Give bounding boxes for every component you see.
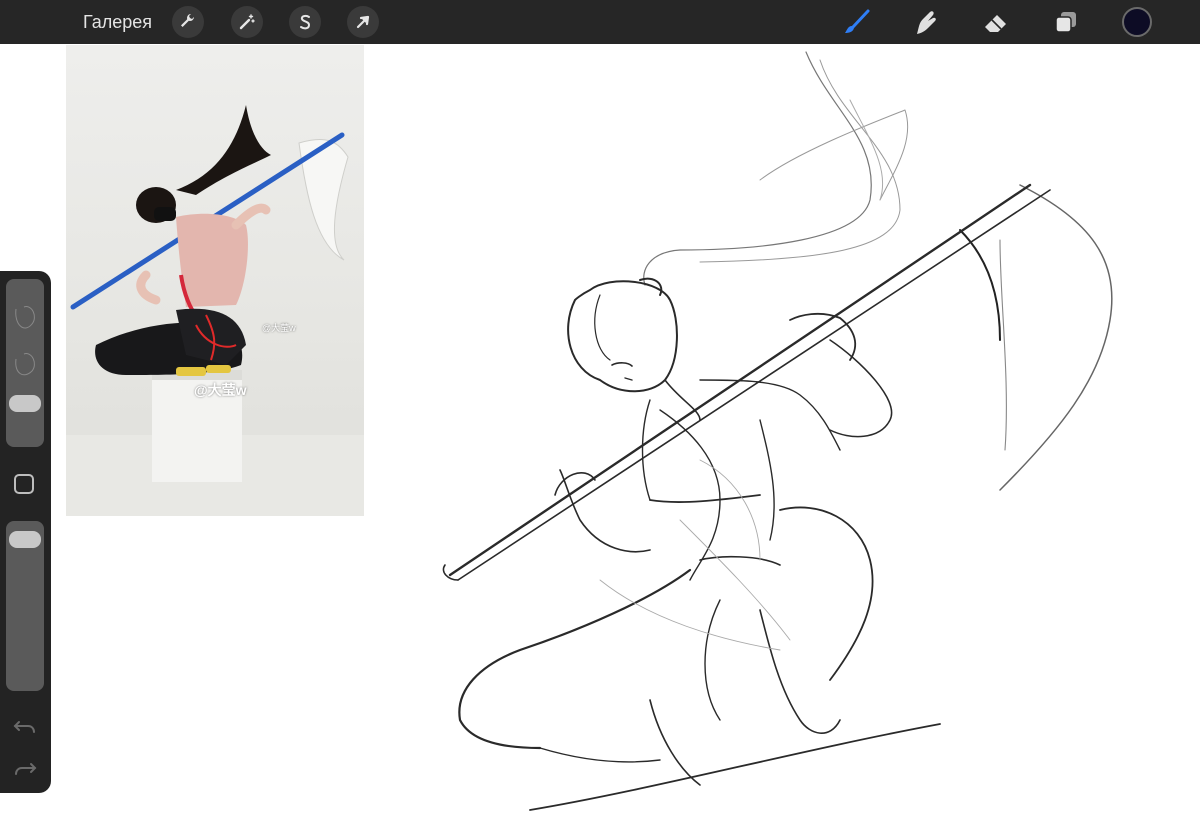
drawing-canvas[interactable]: @大莹w @大莹w — [0, 44, 1200, 838]
magic-wand-icon[interactable] — [231, 6, 263, 38]
selection-s-icon[interactable] — [289, 6, 321, 38]
brush-preview-icon — [15, 306, 35, 376]
smudge-finger-icon[interactable] — [908, 4, 944, 40]
redo-arrow-icon[interactable] — [12, 755, 38, 781]
brush-icon[interactable] — [838, 4, 874, 40]
watermark: @大莹w — [194, 382, 247, 398]
opacity-thumb[interactable] — [9, 531, 41, 549]
gallery-button[interactable]: Галерея — [83, 0, 152, 44]
undo-arrow-icon[interactable] — [12, 713, 38, 739]
left-sidebar — [0, 271, 51, 793]
top-toolbar: Галерея — [0, 0, 1200, 44]
brush-size-slider[interactable] — [6, 279, 44, 447]
brush-size-thumb[interactable] — [9, 395, 41, 413]
eraser-icon[interactable] — [978, 4, 1014, 40]
arrow-cursor-icon[interactable] — [347, 6, 379, 38]
reference-photo[interactable]: @大莹w @大莹w — [66, 45, 364, 516]
wrench-icon[interactable] — [172, 6, 204, 38]
watermark-small: @大莹w — [262, 323, 296, 333]
layers-icon[interactable] — [1048, 4, 1084, 40]
color-swatch[interactable] — [1122, 7, 1152, 37]
square-modify-icon[interactable] — [14, 474, 34, 494]
